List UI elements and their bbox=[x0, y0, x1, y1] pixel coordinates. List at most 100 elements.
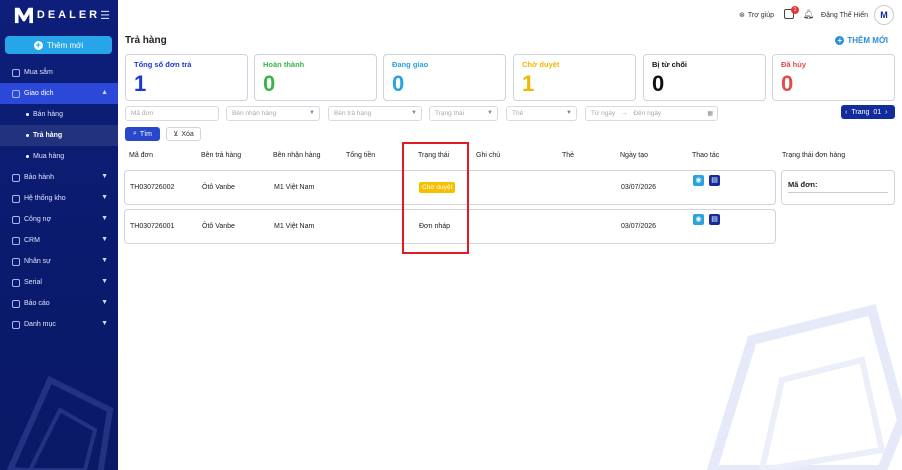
order-code-input[interactable]: Mã đơn bbox=[125, 106, 219, 121]
search-button[interactable]: ⌕ Tìm bbox=[125, 127, 160, 141]
sidebar-item-bao-hanh[interactable]: Bảo hành ▼ bbox=[0, 167, 118, 188]
chevron-down-icon: ▼ bbox=[411, 110, 417, 116]
tag-select[interactable]: Thẻ ▼ bbox=[506, 106, 577, 121]
background-decoration bbox=[706, 303, 902, 470]
chevron-left-icon[interactable]: ‹ bbox=[845, 109, 847, 116]
sidebar: DEALER ☰ + Thêm mới Mua sắm Giao dịch ▲ … bbox=[0, 0, 118, 470]
stat-label: Đã hủy bbox=[781, 60, 807, 69]
sidebar-item-he-thong-kho[interactable]: Hệ thống kho ▼ bbox=[0, 188, 118, 209]
topbar: ⊛ Trợ giúp 1 🔔︎ Đặng Thế Hiển M bbox=[118, 0, 902, 30]
warranty-icon bbox=[12, 173, 20, 182]
bullet-icon bbox=[26, 113, 29, 116]
filter-clear-icon: ⊻ bbox=[173, 131, 179, 138]
sidebar-item-bao-cao[interactable]: Báo cáo ▼ bbox=[0, 293, 118, 314]
returner-placeholder: Bên trả hàng bbox=[334, 110, 372, 117]
chevron-down-icon: ▼ bbox=[101, 278, 108, 285]
view-icon[interactable]: ◉ bbox=[693, 214, 704, 225]
stat-card-total[interactable]: Tổng số đơn trả 1 bbox=[125, 54, 248, 101]
avatar[interactable]: M bbox=[874, 5, 894, 25]
order-code-placeholder: Mã đơn bbox=[131, 110, 154, 117]
dealer-logo-icon bbox=[14, 7, 33, 24]
stat-card-shipping[interactable]: Đang giao 0 bbox=[383, 54, 506, 101]
help-link[interactable]: ⊛ Trợ giúp bbox=[739, 11, 774, 20]
column-header-code[interactable]: Mã đơn bbox=[129, 152, 153, 159]
sidebar-item-label: Hệ thống kho bbox=[24, 195, 66, 202]
sidebar-item-label: Mua sắm bbox=[24, 69, 53, 76]
chevron-down-icon: ▼ bbox=[101, 215, 108, 222]
receiver-select[interactable]: Bên nhận hàng ▼ bbox=[226, 106, 320, 121]
stat-card-completed[interactable]: Hoàn thành 0 bbox=[254, 54, 377, 101]
sidebar-item-cong-no[interactable]: Công nợ ▼ bbox=[0, 209, 118, 230]
sidebar-subitem-mua-hang[interactable]: Mua hàng bbox=[0, 146, 118, 167]
stats-cards: Tổng số đơn trả 1 Hoàn thành 0 Đang giao… bbox=[125, 54, 895, 101]
date-range-input[interactable]: Từ ngày → Đến ngày ▦ bbox=[585, 106, 718, 121]
sidebar-item-crm[interactable]: CRM ▼ bbox=[0, 230, 118, 251]
order-status-title: Trạng thái đơn hàng bbox=[782, 152, 846, 159]
stat-card-rejected[interactable]: Bị từ chối 0 bbox=[643, 54, 766, 101]
calendar-icon: ▦ bbox=[707, 111, 713, 117]
sidebar-item-label: Công nợ bbox=[24, 216, 52, 223]
document-icon[interactable]: ▤ bbox=[709, 175, 720, 186]
sidebar-item-mua-sam[interactable]: Mua sắm bbox=[0, 62, 118, 83]
stat-label: Đang giao bbox=[392, 60, 429, 69]
sidebar-subitem-ban-hang[interactable]: Bán hàng bbox=[0, 104, 118, 125]
chevron-up-icon: ▲ bbox=[101, 89, 108, 96]
user-name[interactable]: Đặng Thế Hiển bbox=[821, 12, 868, 19]
sidebar-add-new-button[interactable]: + Thêm mới bbox=[5, 36, 112, 54]
to-date-placeholder: Đến ngày bbox=[633, 110, 662, 117]
returner-select[interactable]: Bên trả hàng ▼ bbox=[328, 106, 422, 121]
column-header-note[interactable]: Ghi chú bbox=[476, 152, 500, 159]
hamburger-menu-icon[interactable]: ☰ bbox=[100, 9, 110, 22]
sidebar-item-label: Mua hàng bbox=[33, 153, 65, 160]
sidebar-item-label: Serial bbox=[24, 279, 42, 286]
stat-card-pending[interactable]: Chờ duyệt 1 bbox=[513, 54, 636, 101]
chevron-right-icon[interactable]: › bbox=[885, 109, 887, 116]
column-header-returner[interactable]: Bên trả hàng bbox=[201, 152, 241, 159]
people-icon bbox=[12, 257, 20, 266]
status-column-highlight bbox=[402, 142, 469, 254]
status-select[interactable]: Trạng thái ▼ bbox=[429, 106, 498, 121]
add-new-link[interactable]: + THÊM MỚI bbox=[835, 36, 888, 45]
chevron-down-icon: ▼ bbox=[101, 194, 108, 201]
add-new-link-label: THÊM MỚI bbox=[847, 36, 888, 45]
stat-card-cancelled[interactable]: Đã hủy 0 bbox=[772, 54, 895, 101]
sidebar-item-label: Giao dịch bbox=[24, 90, 54, 97]
sidebar-item-serial[interactable]: Serial ▼ bbox=[0, 272, 118, 293]
arrow-right-icon: → bbox=[621, 110, 628, 117]
column-header-total[interactable]: Tổng tiền bbox=[346, 152, 375, 159]
chevron-down-icon: ▼ bbox=[101, 236, 108, 243]
sidebar-subitem-tra-hang[interactable]: Trả hàng bbox=[0, 125, 118, 146]
shopping-icon bbox=[12, 68, 20, 77]
from-date-placeholder: Từ ngày bbox=[591, 110, 616, 117]
sidebar-item-giao-dich[interactable]: Giao dịch ▲ bbox=[0, 83, 118, 104]
pager[interactable]: ‹ Trang 01 › bbox=[841, 105, 895, 119]
page-title: Trả hàng bbox=[125, 35, 167, 46]
sidebar-item-label: Nhân sự bbox=[24, 258, 51, 265]
stat-value: 1 bbox=[134, 71, 147, 96]
sidebar-item-nhan-su[interactable]: Nhân sự ▼ bbox=[0, 251, 118, 272]
cell-code[interactable]: TH030726001 bbox=[130, 223, 174, 230]
debt-icon bbox=[12, 215, 20, 224]
document-icon[interactable]: ▤ bbox=[709, 214, 720, 225]
search-button-label: Tìm bbox=[139, 130, 152, 138]
bullet-icon bbox=[26, 155, 29, 158]
view-icon[interactable]: ◉ bbox=[693, 175, 704, 186]
column-header-tag[interactable]: Thẻ bbox=[562, 152, 574, 159]
chevron-down-icon: ▼ bbox=[101, 173, 108, 180]
chevron-down-icon: ▼ bbox=[566, 110, 572, 116]
clear-button[interactable]: ⊻ Xóa bbox=[166, 127, 201, 141]
column-header-receiver[interactable]: Bên nhận hàng bbox=[273, 152, 321, 159]
column-header-created[interactable]: Ngày tạo bbox=[620, 152, 648, 159]
serial-icon bbox=[12, 278, 20, 287]
cell-created: 03/07/2026 bbox=[621, 184, 657, 191]
search-icon: ⌕ bbox=[133, 130, 137, 137]
column-header-actions: Thao tác bbox=[692, 152, 720, 159]
bell-icon[interactable]: 🔔︎ bbox=[803, 9, 814, 20]
chevron-down-icon: ▼ bbox=[101, 257, 108, 264]
stat-label: Bị từ chối bbox=[652, 60, 688, 69]
order-status-panel: Mã đơn: bbox=[781, 170, 895, 205]
help-icon: ⊛ bbox=[739, 12, 745, 19]
bullet-icon bbox=[26, 134, 29, 137]
status-placeholder: Trạng thái bbox=[435, 110, 465, 117]
cell-code[interactable]: TH030726002 bbox=[130, 184, 174, 191]
